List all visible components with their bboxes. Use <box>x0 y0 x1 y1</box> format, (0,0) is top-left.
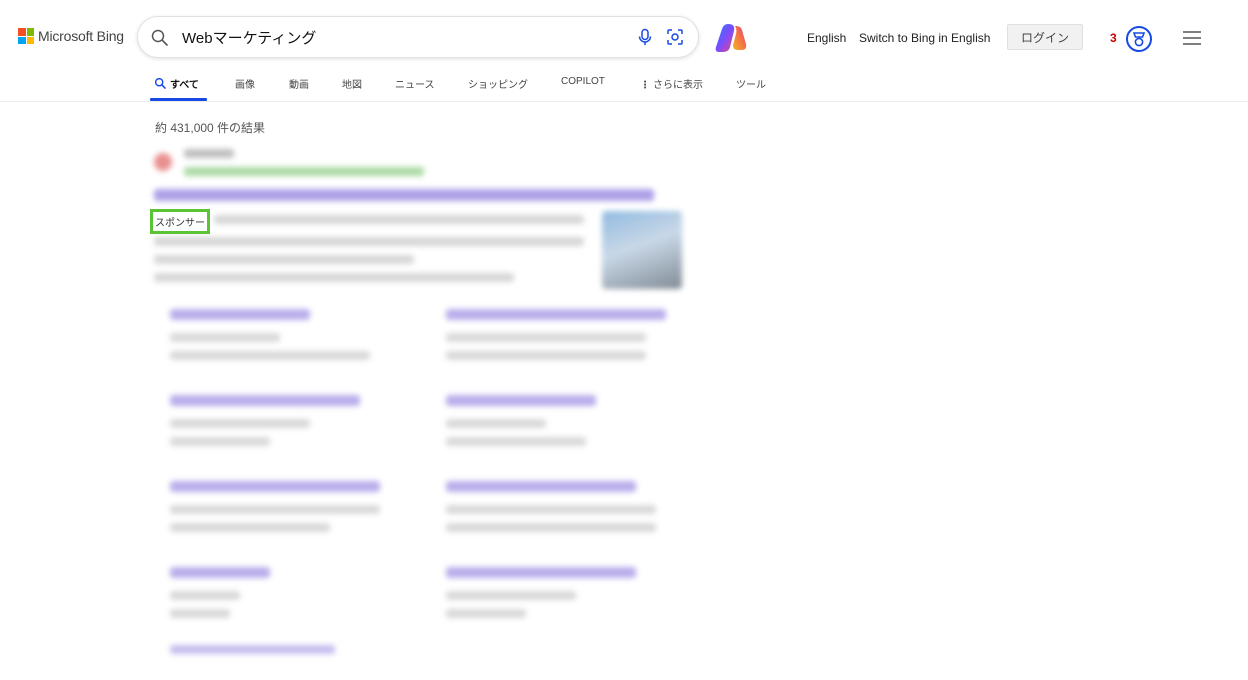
ad-description <box>214 215 584 224</box>
ad-thumbnail <box>602 211 682 289</box>
tab-shopping[interactable]: ショッピング <box>468 76 528 91</box>
ad-description <box>154 255 414 264</box>
ad-description <box>154 273 514 282</box>
sitelink-text <box>446 351 646 360</box>
sitelink-title <box>170 481 380 492</box>
sitelink-text <box>446 437 586 446</box>
sitelink-text <box>446 591 576 600</box>
sitelink-text <box>170 591 240 600</box>
tab-tools[interactable]: ツール <box>736 76 766 91</box>
sitelink-title <box>446 481 636 492</box>
english-link[interactable]: English <box>807 31 846 45</box>
tab-copilot[interactable]: COPILOT <box>561 76 605 87</box>
more-dots-icon: ⋮ <box>640 80 650 91</box>
sitelink-title <box>446 309 666 320</box>
tab-maps[interactable]: 地図 <box>342 76 362 91</box>
sitelink-title <box>170 567 270 578</box>
sitelink-text <box>170 523 330 532</box>
rewards-count[interactable]: 3 <box>1110 31 1117 45</box>
tab-label: さらに表示 <box>653 80 703 91</box>
switch-language-link[interactable]: Switch to Bing in English <box>859 31 990 45</box>
sitelink-text <box>170 437 270 446</box>
sitelink-text <box>446 419 546 428</box>
tab-all[interactable]: すべて <box>154 76 199 91</box>
sitelink-text <box>170 419 310 428</box>
header-divider <box>0 101 1248 102</box>
ad-favicon <box>154 153 172 171</box>
sitelink-text <box>446 333 646 342</box>
sitelink-more <box>170 645 335 654</box>
tab-news[interactable]: ニュース <box>395 76 435 91</box>
sitelink-text <box>170 609 230 618</box>
ad-title <box>154 189 654 201</box>
sitelink-text <box>170 351 370 360</box>
login-button[interactable]: ログイン <box>1007 24 1083 50</box>
ad-site-url <box>184 167 424 176</box>
sitelink-text <box>446 609 526 618</box>
tab-more[interactable]: ⋮ さらに表示 <box>640 76 703 91</box>
sitelink-text <box>170 505 380 514</box>
sponsored-label: スポンサー <box>150 209 210 234</box>
search-box <box>137 16 699 58</box>
menu-icon[interactable] <box>1181 28 1203 48</box>
ad-site-name <box>184 149 234 158</box>
tab-images[interactable]: 画像 <box>235 76 255 91</box>
sitelink-title <box>170 309 310 320</box>
mic-icon[interactable] <box>635 27 655 47</box>
tab-label: すべて <box>170 80 199 91</box>
logo-text: Microsoft Bing <box>38 28 124 44</box>
search-icon <box>154 77 166 89</box>
visual-search-icon[interactable] <box>665 27 685 47</box>
copilot-icon[interactable] <box>714 22 748 54</box>
microsoft-logo-icon <box>18 28 34 44</box>
ad-description <box>154 237 584 246</box>
sitelink-text <box>170 333 280 342</box>
sitelink-title <box>170 395 360 406</box>
result-count: 約 431,000 件の結果 <box>155 121 266 135</box>
sitelink-text <box>446 523 656 532</box>
tab-videos[interactable]: 動画 <box>289 76 309 91</box>
sitelink-title <box>446 395 596 406</box>
sitelink-title <box>446 567 636 578</box>
search-input[interactable] <box>182 25 622 49</box>
bing-logo[interactable]: Microsoft Bing <box>18 28 124 44</box>
sitelink-text <box>446 505 656 514</box>
search-icon[interactable] <box>150 28 170 48</box>
sponsored-result <box>150 145 690 665</box>
rewards-icon[interactable] <box>1125 25 1153 53</box>
